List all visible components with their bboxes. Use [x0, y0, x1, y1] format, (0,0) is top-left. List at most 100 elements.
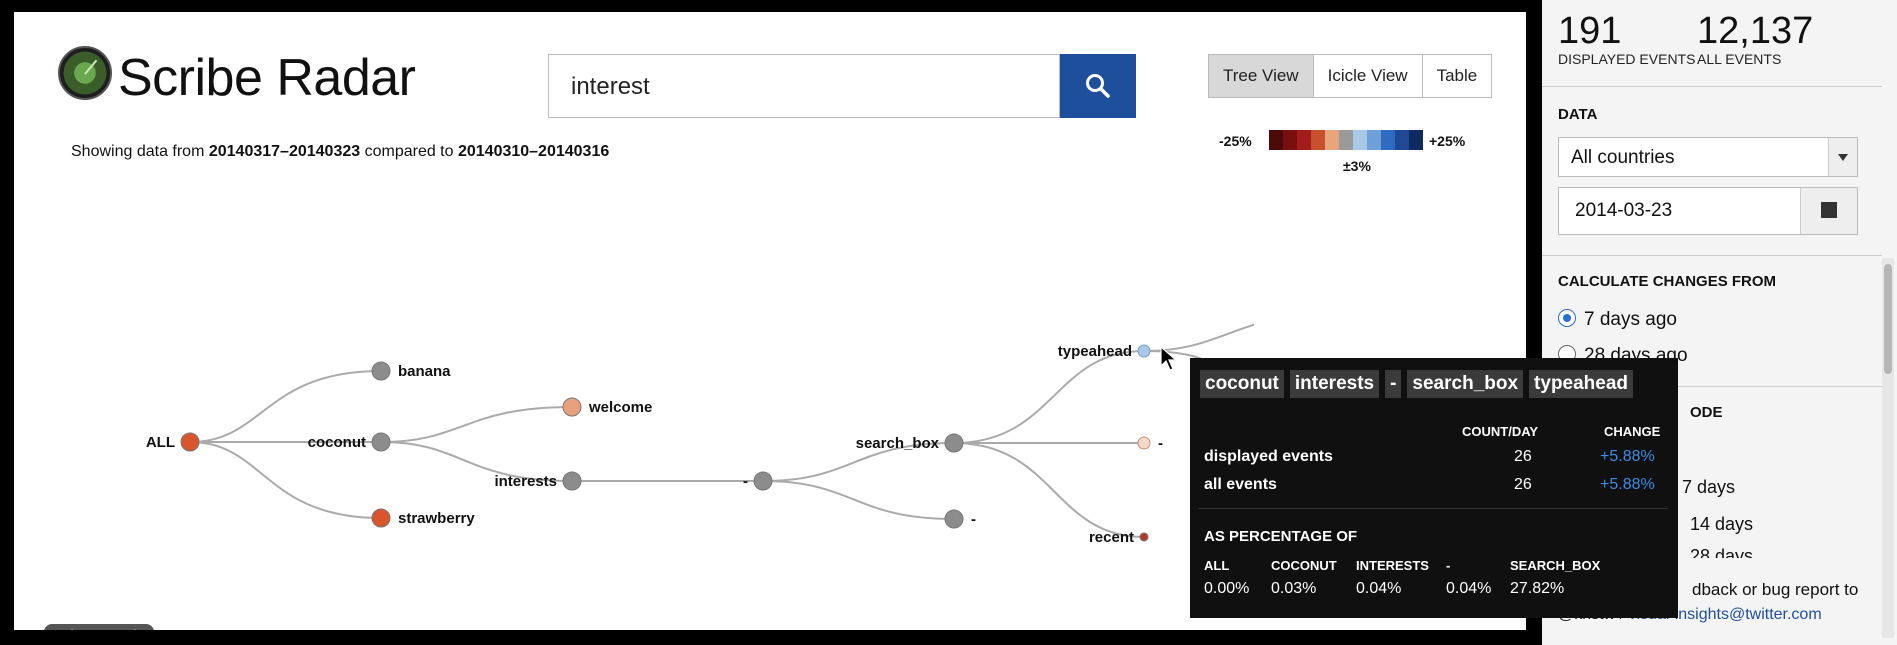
date-field[interactable]: 2014-03-23	[1558, 187, 1858, 235]
tree-node-label: -	[1158, 435, 1163, 452]
legend-swatch	[1395, 130, 1409, 150]
edge-all-strawberry	[189, 441, 382, 519]
option-14-days[interactable]: 14 days	[1690, 514, 1753, 535]
tree-node-interests[interactable]	[562, 471, 582, 491]
row-label: all events	[1204, 476, 1277, 493]
pct-val: 27.82%	[1510, 580, 1565, 597]
changes-heading: CALCULATE CHANGES FROM	[1558, 273, 1777, 290]
tab-table[interactable]: Table	[1422, 55, 1492, 97]
country-select[interactable]: All countries	[1558, 137, 1858, 177]
crumb-item: interests	[1289, 370, 1380, 398]
window-border-bottom	[0, 630, 1540, 645]
all-events-stat: 12,137 ALL EVENTS	[1697, 10, 1813, 67]
edge-coconut-welcome	[380, 406, 573, 443]
tree-node-label: banana	[398, 363, 451, 380]
edge-dash-dash	[762, 480, 955, 520]
tree-node-recent[interactable]	[1139, 532, 1149, 542]
tree-node-all[interactable]	[180, 432, 200, 452]
tree-node-label: recent	[1089, 529, 1134, 546]
tree-node-label: strawberry	[398, 510, 475, 527]
calendar-button[interactable]	[1800, 188, 1857, 234]
option-7-days[interactable]: 7 days	[1682, 477, 1735, 498]
tree-node-label: -	[743, 473, 748, 490]
displayed-events-stat: 191 DISPLAYED EVENTS	[1558, 10, 1695, 67]
tree-node-search_box[interactable]	[944, 433, 964, 453]
tab-icicle-view[interactable]: Icicle View	[1313, 55, 1423, 97]
legend-max-label: +25%	[1429, 133, 1466, 149]
displayed-events-count: 191	[1558, 10, 1622, 52]
tree-node-label: search_box	[856, 435, 940, 452]
tooltip-breadcrumb: coconut interests - search_box typeahead	[1200, 370, 1634, 398]
pct-col: -	[1446, 558, 1451, 573]
row-count: 26	[1514, 448, 1532, 465]
mode-heading: ODE	[1690, 404, 1723, 421]
event-tree: ALL banana coconut strawberry welcome interes…	[146, 323, 1254, 546]
scrollbar-thumb[interactable]	[1884, 264, 1892, 374]
legend-swatch	[1353, 130, 1367, 150]
legend-swatches	[1269, 130, 1423, 150]
pct-val: 0.00%	[1204, 580, 1250, 597]
window-border-left	[0, 0, 14, 645]
option-28-days[interactable]: 28 days	[1690, 546, 1753, 558]
row-label: displayed events	[1204, 448, 1333, 465]
tree-node-label: coconut	[308, 434, 366, 451]
chevron-down-icon	[1828, 138, 1857, 176]
radio-7-label: 7 days ago	[1584, 309, 1677, 330]
feedback-text: dback or bug report to	[1692, 580, 1859, 599]
radio-7-days-ago[interactable]: 7 days ago	[1558, 309, 1677, 331]
pct-heading: AS PERCENTAGE OF	[1204, 528, 1358, 545]
sidebar-divider	[1542, 255, 1882, 256]
edge-all-banana	[189, 370, 382, 443]
tree-node-strawberry[interactable]	[371, 508, 391, 528]
tree-node-label: interests	[494, 473, 557, 490]
calendar-icon	[1821, 202, 1837, 218]
mouse-cursor-icon	[1160, 346, 1178, 371]
crumb-item: typeahead	[1529, 370, 1634, 398]
all-events-caption: ALL EVENTS	[1697, 51, 1782, 67]
node-tooltip: coconut interests - search_box typeahead…	[1190, 358, 1678, 618]
legend-mid-label: ±3%	[1343, 158, 1371, 174]
col-count-header: COUNT/DAY	[1462, 424, 1539, 439]
pct-val: 0.03%	[1271, 580, 1317, 597]
app-frame: Scribe Radar Tree View Icicle View Table…	[0, 0, 1897, 645]
tree-node-label: typeahead	[1058, 343, 1132, 360]
legend-swatch	[1339, 130, 1353, 150]
pct-val: 0.04%	[1446, 580, 1492, 597]
edge-searchbox-recent	[953, 442, 1145, 538]
tree-node-label: -	[971, 511, 976, 528]
legend-swatch	[1409, 130, 1423, 150]
date-value: 2014-03-23	[1575, 200, 1673, 221]
row-change: +5.88%	[1600, 448, 1655, 465]
crumb-item: -	[1385, 370, 1402, 398]
pct-col: ALL	[1204, 558, 1230, 573]
row-count: 26	[1514, 476, 1532, 493]
country-select-value: All countries	[1571, 147, 1675, 168]
legend-swatch	[1325, 130, 1339, 150]
pct-val: 0.04%	[1356, 580, 1402, 597]
tree-node-dash3[interactable]	[1137, 436, 1151, 450]
pct-col: INTERESTS	[1356, 558, 1429, 573]
sidebar-scrollbar[interactable]	[1882, 258, 1894, 638]
legend-swatch	[1381, 130, 1395, 150]
tree-node-welcome[interactable]	[562, 397, 582, 417]
tree-node-typeahead[interactable]	[1137, 344, 1151, 358]
edge-searchbox-typeahead	[953, 350, 1145, 444]
crumb-item: coconut	[1200, 370, 1284, 398]
radio-selected-icon	[1558, 309, 1576, 327]
legend-swatch	[1311, 130, 1325, 150]
tree-node-label: ALL	[146, 434, 175, 451]
data-heading: DATA	[1558, 106, 1598, 123]
row-change: +5.88%	[1600, 476, 1655, 493]
sidebar-divider	[1542, 86, 1882, 87]
tooltip-divider	[1198, 508, 1668, 509]
pct-col: COCONUT	[1271, 558, 1337, 573]
tree-node-label: welcome	[588, 399, 652, 416]
tree-node-dash1[interactable]	[753, 471, 773, 491]
window-border-top	[0, 0, 1540, 12]
crumb-item: search_box	[1407, 370, 1524, 398]
tree-node-dash2[interactable]	[944, 509, 964, 529]
pct-col: SEARCH_BOX	[1510, 558, 1601, 573]
tree-node-banana[interactable]	[371, 361, 391, 381]
all-events-count: 12,137	[1697, 10, 1814, 52]
tree-node-coconut[interactable]	[371, 432, 391, 452]
